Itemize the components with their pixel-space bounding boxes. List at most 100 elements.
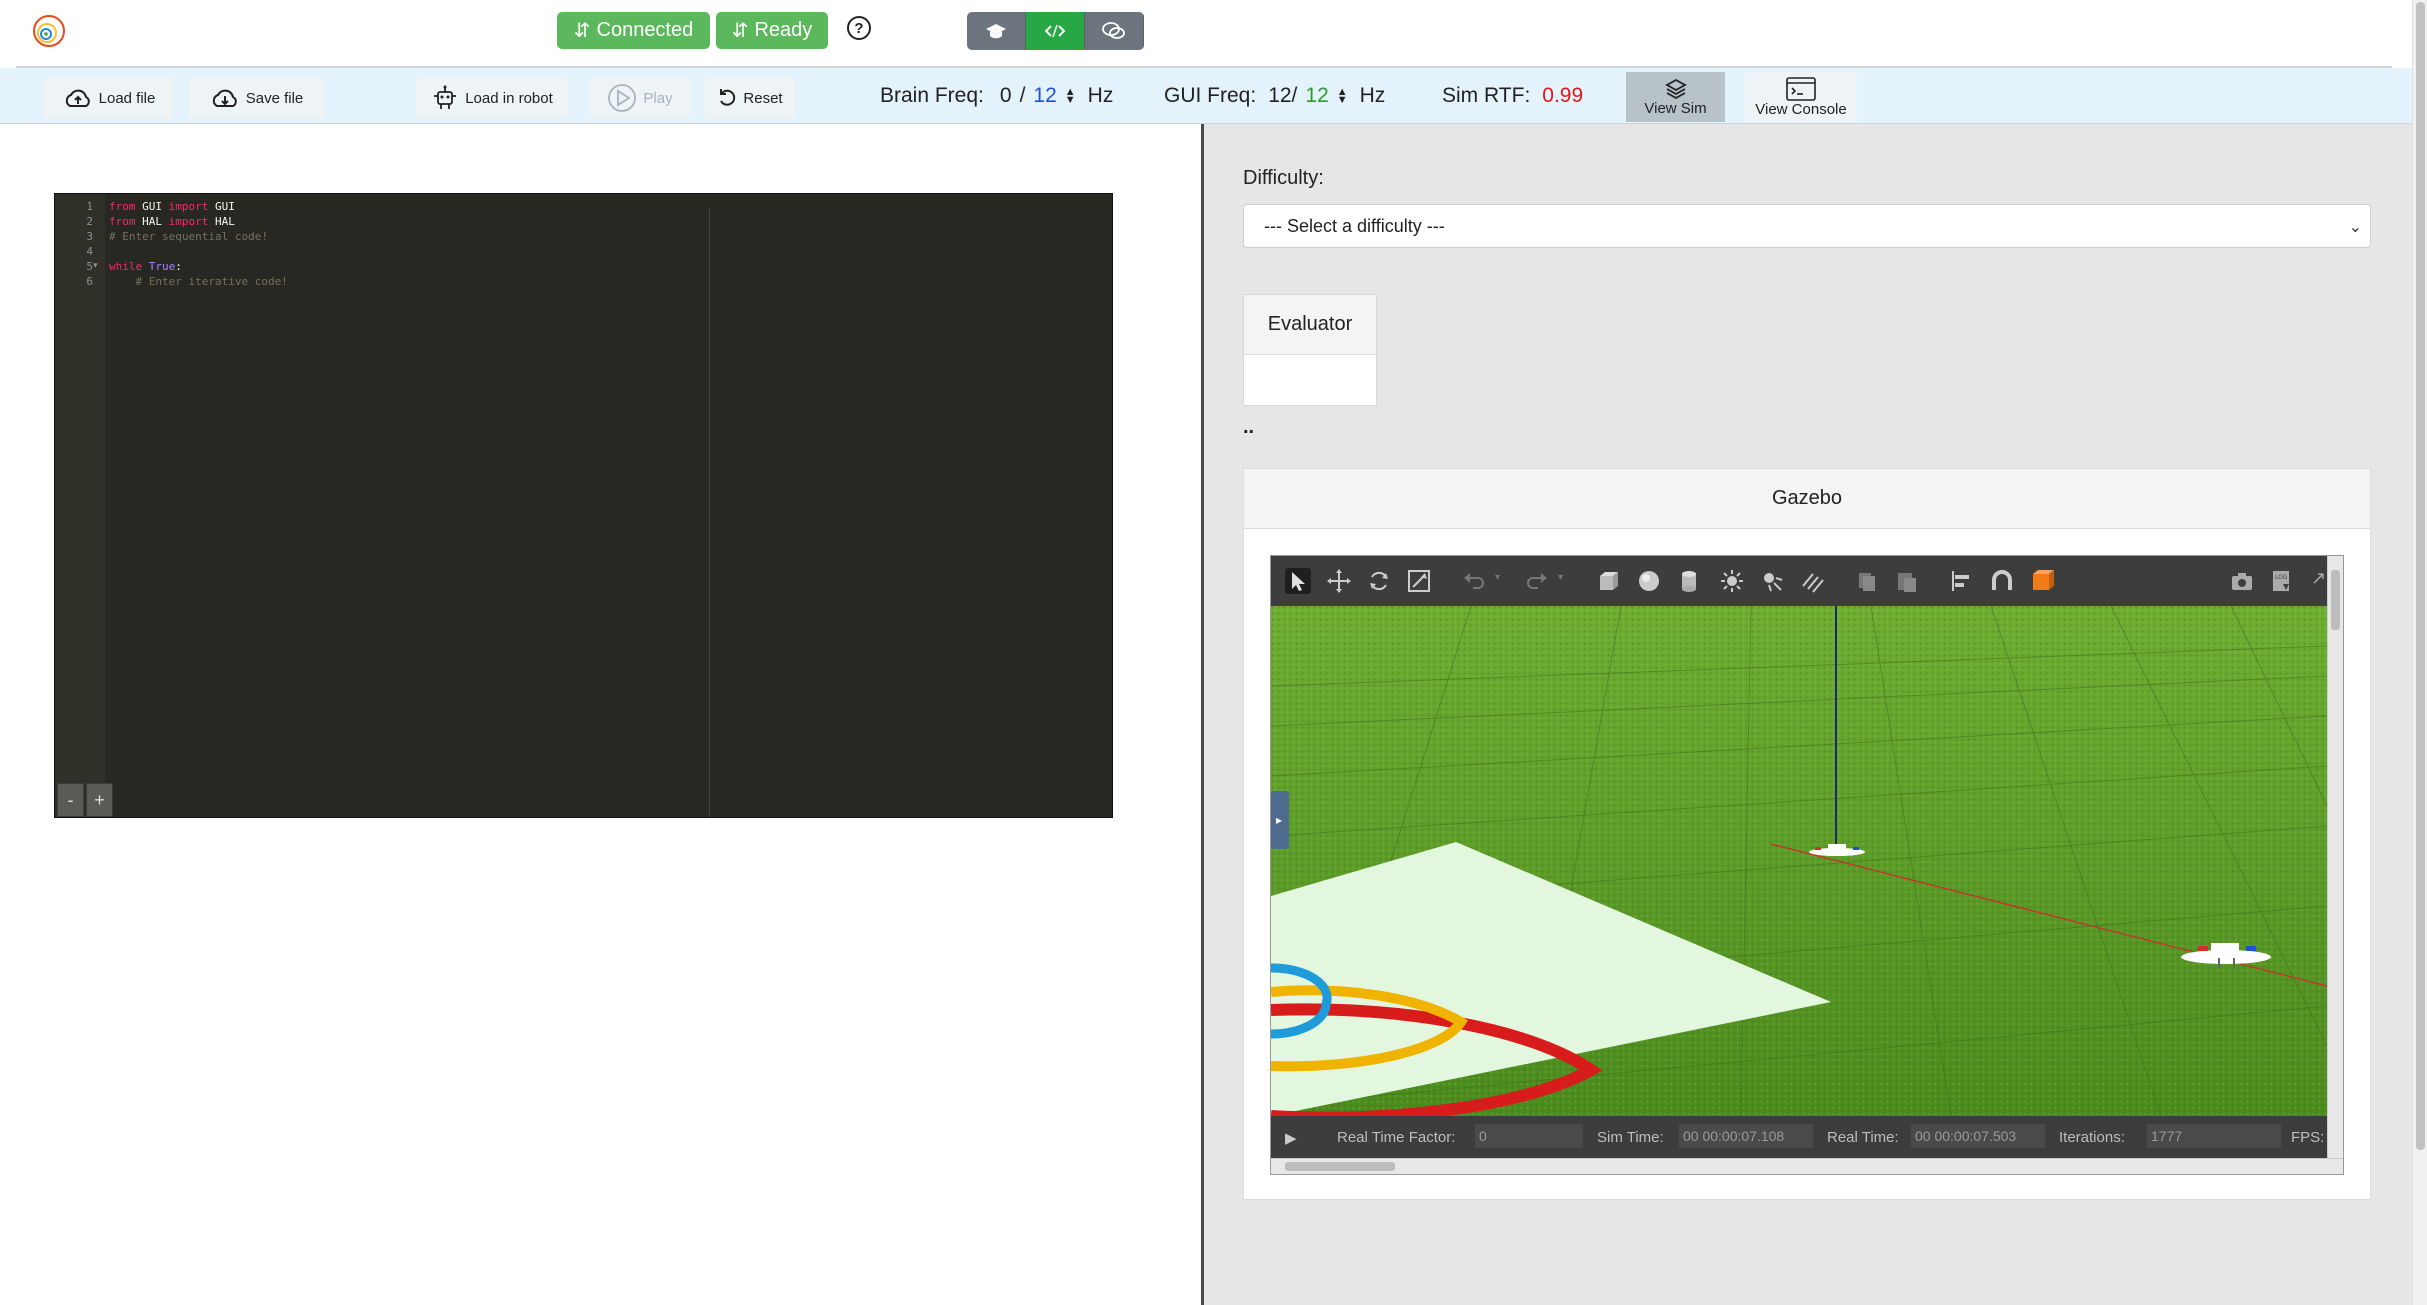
- line-number: 5: [86, 260, 93, 273]
- sim-rtf-value: 0.99: [1542, 84, 1584, 107]
- play-icon: [608, 84, 637, 112]
- undo-dropdown-icon[interactable]: ▾: [1495, 572, 1500, 583]
- sphere-shape-icon[interactable]: [1636, 568, 1662, 594]
- scroll-thumb[interactable]: [1285, 1162, 1395, 1171]
- undo-icon[interactable]: [1461, 568, 1487, 594]
- gazebo-status-bar: ▶ Real Time Factor: 0 Sim Time: 00 00:00…: [1271, 1116, 2327, 1158]
- top-bar: ⇵ Connected ⇵ Ready ?: [16, 0, 2392, 68]
- editor-gutter: 1 2 3 4 5 ▾ 6: [55, 194, 105, 817]
- gui-freq-current: 12/: [1268, 84, 1298, 107]
- zoom-in-button[interactable]: +: [86, 783, 113, 817]
- expand-icon[interactable]: ↗: [2311, 568, 2326, 589]
- gui-freq-input[interactable]: 12: [1305, 84, 1328, 108]
- help-icon[interactable]: ?: [847, 16, 871, 40]
- evaluator-title: Evaluator: [1244, 295, 1376, 355]
- code-token: GUI: [208, 200, 235, 213]
- load-in-robot-label: Load in robot: [465, 89, 553, 107]
- gazebo-title: Gazebo: [1244, 469, 2370, 529]
- reset-icon: [720, 89, 736, 106]
- keyword: from: [109, 200, 136, 213]
- cloud-download-icon: [212, 89, 237, 107]
- reset-button[interactable]: Reset: [705, 78, 795, 118]
- gui-freq-unit: Hz: [1359, 84, 1386, 107]
- difficulty-select[interactable]: --- Select a difficulty --- ⌄: [1243, 204, 2371, 248]
- swap-arrows-icon: ⇵: [731, 20, 749, 42]
- reset-label: Reset: [743, 89, 783, 107]
- code-editor[interactable]: 1 2 3 4 5 ▾ 6 from GUI import GUI from H…: [54, 193, 1113, 818]
- ready-button[interactable]: ⇵ Ready: [716, 12, 828, 49]
- play-label: Play: [643, 89, 673, 107]
- snap-magnet-icon[interactable]: [1989, 568, 2015, 594]
- graduation-cap-icon: [986, 24, 1006, 39]
- difficulty-selected: --- Select a difficulty ---: [1264, 215, 1445, 236]
- theory-mode-button[interactable]: [967, 12, 1026, 50]
- keyword: while: [109, 260, 143, 273]
- sim-rtf: Sim RTF: 0.99: [1442, 84, 1583, 108]
- svg-text:▸: ▸: [1276, 813, 1282, 827]
- fold-arrow-icon[interactable]: ▾: [93, 260, 98, 271]
- cylinder-shape-icon[interactable]: [1676, 568, 1702, 594]
- chat-bubbles-icon: [1102, 22, 1125, 39]
- redo-icon[interactable]: [1524, 568, 1550, 594]
- point-light-icon[interactable]: [1719, 568, 1745, 594]
- code-icon: [1045, 24, 1065, 38]
- brain-freq-input[interactable]: 12: [1033, 84, 1056, 108]
- rotate-icon[interactable]: [1366, 568, 1392, 594]
- chevron-down-icon: ⌄: [2348, 219, 2362, 236]
- code-comment: # Enter sequential code!: [109, 230, 268, 243]
- gazebo-vertical-scrollbar[interactable]: [2327, 556, 2343, 1158]
- gazebo-card: Gazebo ▾ ▾ LOG ↗ ▸ ▶ Real Time Factor: 0…: [1243, 468, 2371, 1200]
- code-mode-button[interactable]: [1026, 12, 1085, 50]
- redo-dropdown-icon[interactable]: ▾: [1558, 572, 1563, 583]
- exercise-pane: Difficulty: --- Select a difficulty --- …: [1204, 124, 2412, 1305]
- robot-icon: [434, 85, 457, 109]
- screenshot-camera-icon[interactable]: [2229, 568, 2255, 594]
- view-sim-button[interactable]: View Sim: [1626, 72, 1725, 122]
- load-in-robot-button[interactable]: Load in robot: [416, 78, 568, 118]
- code-line: from HAL import HAL: [109, 215, 235, 228]
- play-button[interactable]: Play: [590, 78, 690, 118]
- evaluator-status: ..: [1243, 416, 1255, 438]
- view-console-button[interactable]: View Console: [1745, 72, 1857, 122]
- gazebo-3d-viewport[interactable]: ▸: [1271, 606, 2327, 1116]
- cloud-upload-icon: [65, 89, 90, 107]
- ready-label: Ready: [754, 19, 813, 41]
- paste-icon[interactable]: [1894, 568, 1920, 594]
- sim-rtf-label: Sim RTF:: [1442, 84, 1531, 107]
- translate-icon[interactable]: [1326, 568, 1352, 594]
- app-logo-icon[interactable]: [32, 14, 66, 48]
- gazebo-toolbar: ▾ ▾ LOG ↗: [1271, 556, 2327, 606]
- play-pause-icon[interactable]: ▶: [1285, 1129, 1297, 1147]
- zoom-out-button[interactable]: -: [57, 783, 84, 817]
- sim-time-label: Sim Time:: [1597, 1129, 1664, 1146]
- align-icon[interactable]: [1949, 568, 1975, 594]
- connected-button[interactable]: ⇵ Connected: [557, 12, 710, 49]
- scroll-thumb[interactable]: [2331, 570, 2340, 630]
- change-view-icon[interactable]: [2029, 568, 2055, 594]
- brain-freq-unit: Hz: [1087, 84, 1114, 107]
- log-record-icon[interactable]: LOG: [2269, 568, 2295, 594]
- fps-label: FPS:: [2291, 1129, 2325, 1146]
- scale-icon[interactable]: [1406, 568, 1432, 594]
- directional-light-icon[interactable]: [1799, 568, 1825, 594]
- gazebo-horizontal-scrollbar[interactable]: [1271, 1158, 2343, 1174]
- load-file-button[interactable]: Load file: [44, 78, 174, 118]
- save-file-button[interactable]: Save file: [189, 78, 324, 118]
- code-comment: # Enter iterative code!: [109, 275, 288, 288]
- select-arrow-icon[interactable]: [1285, 568, 1311, 594]
- load-file-label: Load file: [98, 89, 156, 107]
- code-token: HAL: [135, 215, 169, 228]
- gui-freq-stepper-icon[interactable]: ▲ ▼: [1337, 87, 1348, 106]
- scroll-thumb[interactable]: [2416, 2, 2425, 1150]
- box-shape-icon[interactable]: [1596, 568, 1622, 594]
- code-token: :: [175, 260, 182, 273]
- brain-freq-stepper-icon[interactable]: ▲ ▼: [1065, 87, 1076, 106]
- gui-freq-label: GUI Freq:: [1164, 84, 1257, 107]
- toolbar: Load file Save file Load in robot Play R…: [0, 68, 2412, 124]
- spot-light-icon[interactable]: [1759, 568, 1785, 594]
- page-scrollbar[interactable]: [2412, 0, 2427, 1305]
- gazebo-frame[interactable]: ▾ ▾ LOG ↗ ▸ ▶ Real Time Factor: 0 Sim Ti…: [1270, 555, 2344, 1175]
- copy-icon[interactable]: [1854, 568, 1880, 594]
- forum-mode-button[interactable]: [1085, 12, 1144, 50]
